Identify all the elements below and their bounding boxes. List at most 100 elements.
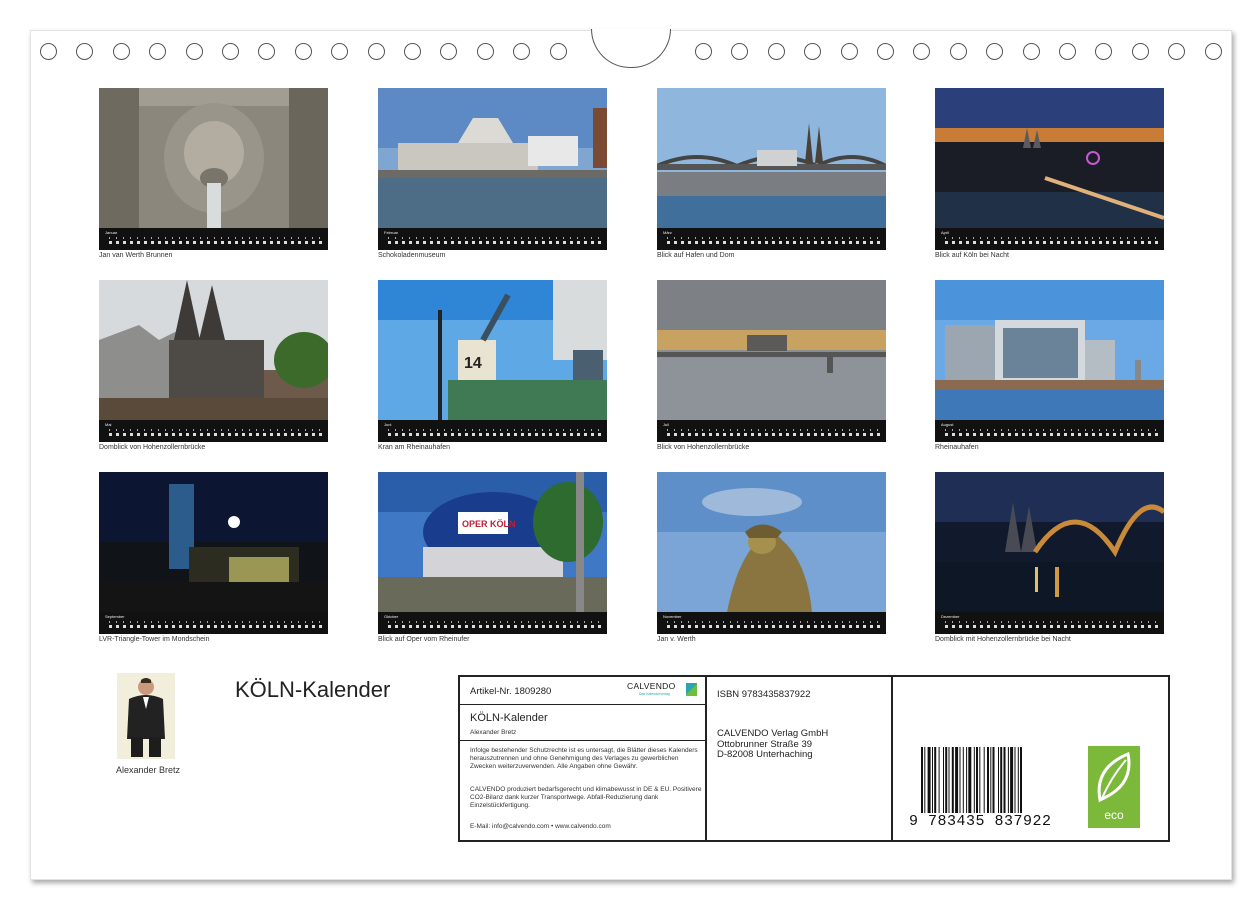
weekday-row [667, 237, 880, 239]
article-number: Artikel-Nr. 1809280 [470, 686, 552, 697]
binding-hole [294, 43, 312, 60]
barcode-bar [1017, 747, 1019, 813]
tower-moon-photo [99, 472, 328, 612]
month-label: März [663, 230, 672, 235]
month-caption: LVR-Triangle-Tower im Mondschein [99, 636, 210, 643]
month-thumbnail: Januar Jan van Werth Brunnen [99, 88, 328, 259]
barcode-bar [1010, 747, 1014, 813]
weekday-row [109, 429, 322, 431]
month-thumbnail: Mai Domblick von Hohenzollernbrücke [99, 280, 328, 451]
barcode-bar [979, 747, 981, 813]
month-calendar-strip: Juni [378, 420, 607, 442]
binding-hole [877, 43, 894, 60]
month-caption: Blick auf Hafen und Dom [657, 252, 735, 259]
binding-hole [76, 43, 94, 60]
month-thumbnail: November Jan v. Werth [657, 472, 886, 643]
date-row [388, 625, 601, 628]
month-thumbnail: OPER KÖLN Oktober Blick auf Oper vom Rhein… [378, 472, 607, 643]
binding-hole [1095, 43, 1113, 60]
barcode-bar [987, 747, 989, 813]
author-name: Alexander Bretz [115, 765, 181, 775]
barcode-column: 9 783435 837922 eco [893, 677, 1168, 840]
calvendo-logo-sub: Das Kalenderverlag [639, 692, 670, 696]
weekday-row [667, 429, 880, 431]
binding-hole [731, 43, 749, 60]
month-thumbnail: Februar Schokoladenmuseum [378, 88, 607, 259]
isbn: ISBN 9783435837922 [717, 689, 811, 700]
month-thumbnail: Dezember Domblick mit Hohenzollernbrücke … [935, 472, 1164, 643]
binding-hole [804, 43, 822, 60]
calendar-back-cover: Januar Jan van Werth Brunnen Februar Schoko… [30, 29, 1232, 880]
month-caption: Domblick mit Hohenzollernbrücke bei Nach… [935, 636, 1071, 643]
calvendo-logo-mark [686, 683, 697, 696]
barcode-bar [973, 747, 975, 813]
cathedral-day-photo [99, 280, 328, 420]
barcode-bar [966, 747, 968, 813]
publisher-column: ISBN 9783435837922 CALVENDO Verlag GmbH … [707, 677, 893, 840]
barcode-bar [938, 747, 940, 813]
barcode-bar [968, 747, 972, 813]
month-calendar-strip: April [935, 228, 1164, 250]
barcode-bar [959, 747, 961, 813]
binding-hole [913, 43, 931, 60]
binding-hole [367, 43, 385, 60]
publisher-name: CALVENDO Verlag GmbH [717, 728, 829, 739]
date-row [388, 433, 601, 436]
calvendo-logo: CALVENDO Das Kalenderverlag [627, 681, 697, 699]
eco-notice: CALVENDO produziert bedarfsgerecht und k… [470, 786, 702, 809]
month-label: September [105, 614, 125, 619]
date-row [667, 433, 880, 436]
barcode-number: 9 783435 837922 [909, 813, 1052, 830]
river-grey-photo [657, 280, 886, 420]
weekday-row [388, 237, 601, 239]
divider [460, 740, 705, 741]
barcode-bar [1014, 747, 1016, 813]
month-thumbnail: April Blick auf Köln bei Nacht [935, 88, 1164, 259]
barcode-bar [951, 747, 954, 813]
crane-houses-photo [935, 280, 1164, 420]
publisher-city: D-82008 Unterhaching [717, 749, 813, 760]
barcode-bar [924, 747, 926, 813]
binding-hole [149, 43, 167, 60]
eco-label: eco [1104, 808, 1124, 822]
barcode-bar [998, 747, 999, 813]
month-caption: Jan v. Werth [657, 636, 696, 643]
barcode-bar [955, 747, 959, 813]
leaf-icon [1097, 751, 1131, 803]
binding-hole [1059, 43, 1076, 60]
month-calendar-strip: Januar [99, 228, 328, 250]
month-caption: Blick auf Köln bei Nacht [935, 252, 1009, 259]
svg-text:OPER KÖLN: OPER KÖLN [462, 519, 516, 529]
month-label: April [941, 230, 950, 235]
product-info-column: Artikel-Nr. 1809280 CALVENDO Das Kalende… [460, 677, 707, 840]
weekday-row [667, 621, 880, 623]
article-row: Artikel-Nr. 1809280 CALVENDO Das Kalende… [460, 677, 705, 705]
binding-hole [986, 43, 1004, 60]
eco-badge: eco [1088, 746, 1140, 828]
barcode-bar [976, 747, 978, 813]
barcode-bar [932, 747, 933, 813]
month-calendar-strip: Mai [99, 420, 328, 442]
month-caption: Blick von Hohenzollernbrücke [657, 444, 750, 451]
month-caption: Domblick von Hohenzollernbrücke [99, 444, 206, 451]
legal-notice: Infolge bestehender Schutzrechte ist es … [470, 747, 698, 770]
barcode-bar [1007, 747, 1009, 813]
month-calendar-strip: November [657, 612, 886, 634]
month-calendar-strip: März [657, 228, 886, 250]
binding-hole [1022, 43, 1040, 60]
month-label: Mai [105, 422, 112, 427]
month-calendar-strip: Oktober [378, 612, 607, 634]
month-caption: Schokoladenmuseum [378, 252, 446, 259]
date-row [109, 241, 322, 244]
weekday-row [109, 237, 322, 239]
weekday-row [945, 237, 1158, 239]
contact-line: E-Mail: info@calvendo.com • www.calvendo… [470, 823, 611, 830]
month-calendar-strip: Juli [657, 420, 886, 442]
binding-hole [1168, 43, 1186, 60]
product-author: Alexander Bretz [470, 729, 517, 736]
barcode-bar [943, 747, 944, 813]
month-label: Januar [105, 230, 118, 235]
weekday-row [388, 621, 601, 623]
month-thumbnail: September LVR-Triangle-Tower im Mondschei… [99, 472, 328, 643]
date-row [945, 625, 1158, 628]
